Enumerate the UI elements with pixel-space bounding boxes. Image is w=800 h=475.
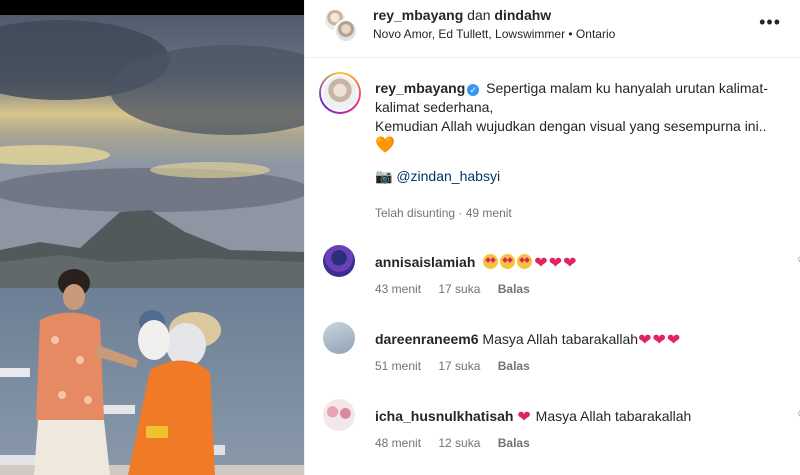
comment-meta: 43 menit 17 suka Balas: [375, 282, 544, 296]
avatar[interactable]: [323, 322, 355, 354]
audio-location-line[interactable]: Novo Amor, Ed Tullett, Lowswimmer • Onta…: [373, 27, 615, 41]
red-heart-icon: ❤: [666, 332, 681, 349]
author-username[interactable]: dindahw: [494, 7, 551, 23]
red-heart-icon: ❤: [638, 332, 652, 349]
heart-eyes-emoji-icon: [517, 254, 533, 269]
post-photo: [0, 0, 304, 475]
avatar[interactable]: [334, 19, 358, 43]
comment-likes[interactable]: 17 suka: [438, 282, 480, 296]
tag-line: 📷 @zindan_habsyi: [375, 167, 787, 186]
media-top-bar: [0, 0, 304, 15]
red-heart-icon: ❤: [517, 409, 531, 426]
comment-item: dareenraneem6 Masya Allah tabarakallah❤❤…: [323, 322, 793, 378]
reply-button[interactable]: Balas: [498, 282, 530, 296]
comment-time: 48 menit: [375, 436, 422, 450]
verified-badge-icon: ✓: [467, 84, 480, 96]
reply-button[interactable]: Balas: [498, 436, 530, 450]
post-side-panel: rey_mbayang dan dindahw Novo Amor, Ed Tu…: [304, 0, 800, 475]
comment-text: icha_husnulkhatisah ❤ Masya Allah tabara…: [375, 407, 691, 427]
orange-heart-icon: 🧡: [375, 137, 395, 154]
post-media[interactable]: [0, 0, 304, 475]
heart-arrow-icon: ❤: [548, 255, 563, 272]
comment-body: Masya Allah tabarakallah: [482, 331, 639, 347]
post-header: rey_mbayang dan dindahw Novo Amor, Ed Tu…: [305, 0, 800, 58]
comment-username[interactable]: dareenraneem6: [375, 331, 479, 347]
caption-body: rey_mbayang ✓ Sepertiga malam ku hanyalah…: [375, 79, 787, 186]
red-heart-icon: ❤: [652, 332, 666, 349]
caption-text-line2: Kemudian Allah wujudkan dengan visual ya…: [375, 118, 767, 134]
heart-eyes-emoji-icon: [500, 254, 516, 269]
reply-button[interactable]: Balas: [498, 359, 530, 373]
comment-time: 43 menit: [375, 282, 422, 296]
comment-body: Masya Allah tabarakallah: [535, 408, 692, 424]
comment-item: annisaislamiah ❤❤❤ 43 menit 17 suka Bala…: [323, 245, 800, 301]
avatar[interactable]: [319, 72, 361, 114]
heart-eyes-emoji-icon: [483, 254, 499, 269]
heart-arrow-icon: ❤: [534, 255, 548, 272]
post-authors: rey_mbayang dan dindahw: [373, 7, 551, 23]
caption-meta: Telah disunting · 49 menit: [375, 206, 512, 220]
caption-username[interactable]: rey_mbayang: [375, 80, 465, 96]
comment-text: dareenraneem6 Masya Allah tabarakallah❤❤…: [375, 330, 681, 350]
comment-text: annisaislamiah ❤❤❤: [375, 253, 578, 273]
avatar[interactable]: [323, 399, 355, 431]
comment-likes[interactable]: 12 suka: [438, 436, 480, 450]
comment-meta: 51 menit 17 suka Balas: [375, 359, 544, 373]
more-horizontal-icon[interactable]: •••: [759, 12, 781, 33]
avatar[interactable]: [323, 245, 355, 277]
author-username[interactable]: rey_mbayang: [373, 7, 463, 23]
comment-time: 51 menit: [375, 359, 422, 373]
conjunction-text: dan: [467, 7, 491, 23]
comment-likes[interactable]: 17 suka: [438, 359, 480, 373]
comment-meta: 48 menit 12 suka Balas: [375, 436, 544, 450]
comment-item: icha_husnulkhatisah ❤ Masya Allah tabara…: [323, 399, 800, 455]
comment-emoji: ❤❤❤: [483, 254, 577, 272]
comment-emoji: ❤❤❤: [638, 331, 681, 349]
mention-link[interactable]: @zindan_habsyi: [396, 168, 500, 184]
comment-username[interactable]: annisaislamiah: [375, 254, 475, 270]
heart-arrow-icon: ❤: [563, 255, 577, 272]
camera-icon: 📷: [375, 168, 393, 184]
comment-username[interactable]: icha_husnulkhatisah: [375, 408, 513, 424]
collab-avatars[interactable]: [321, 8, 361, 44]
